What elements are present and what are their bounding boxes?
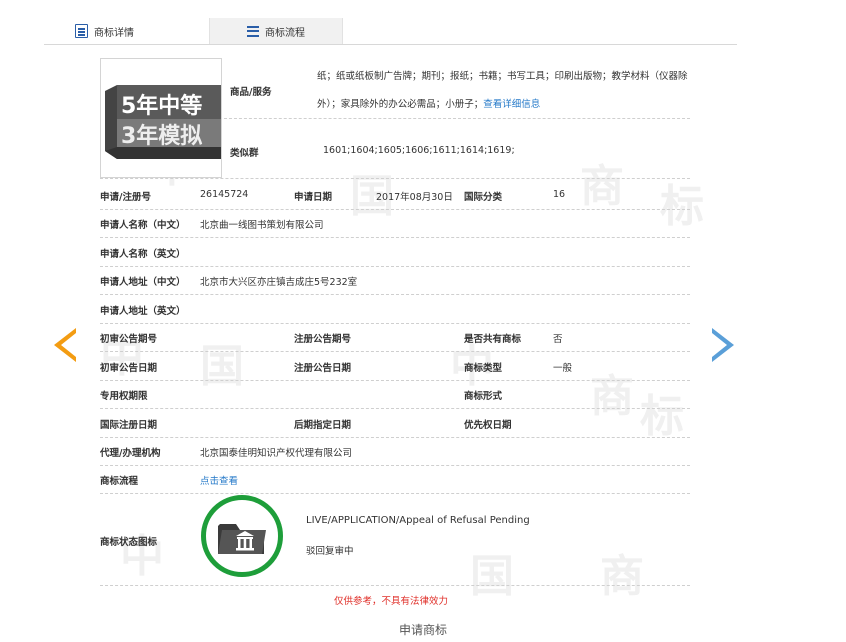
tab-bar: 商标详情 商标流程 [44,16,737,45]
later-designation-label: 后期指定日期 [294,420,352,431]
status-cn: 驳回复审中 [306,546,354,557]
tab-label: 商标流程 [265,27,305,39]
prelim-no-label: 初审公告期号 [100,334,158,345]
tab-trademark-flow[interactable]: 商标流程 [209,18,343,44]
divider [100,266,690,267]
address-cn-label: 申请人地址（中文） [100,277,186,288]
address-en-label: 申请人地址（英文） [100,306,186,317]
status-en: LIVE/APPLICATION/Appeal of Refusal Pendi… [306,515,530,526]
disclaimer: 仅供参考，不具有法律效力 [334,596,449,607]
tm-type-value: 一般 [553,363,573,374]
doc-icon [75,24,88,38]
shared-label: 是否共有商标 [464,334,522,345]
folder-court-icon [218,524,266,554]
prelim-date-label: 初审公告日期 [100,363,158,374]
watermark-char: 国 [200,341,244,392]
apply-trademark-label: 申请商标 [398,623,447,637]
reg-notice-no-label: 注册公告期号 [294,334,352,345]
agent-value: 北京国泰佳明知识产权代理有限公司 [200,448,353,459]
logo-text-2: 3年模拟 [121,123,202,149]
goods-services-line2-wrap: 外）；家具除外的办公必需品；小册子；查看详细信息 [317,96,540,110]
watermark-char: 中 [100,331,144,382]
divider [100,323,690,324]
watermark-char: 国 [470,551,514,602]
view-flow-link[interactable]: 点击查看 [200,473,238,487]
intl-class-label: 国际分类 [464,192,503,203]
watermark-char: 商 [590,371,634,422]
similar-groups-value: 1601;1604;1605;1606;1611;1614;1619; [323,145,515,156]
agent-label: 代理/办理机构 [100,448,161,459]
view-details-link[interactable]: 查看详细信息 [483,99,540,110]
similar-groups-label: 类似群 [230,148,259,159]
watermark-char: 标 [660,181,704,232]
previous-arrow-icon[interactable] [54,328,76,362]
tab-trademark-details[interactable]: 商标详情 [72,18,185,44]
intl-reg-date-label: 国际注册日期 [100,420,158,431]
divider [100,237,690,238]
flow-label: 商标流程 [100,476,139,487]
list-icon [247,25,259,37]
divider [224,118,690,119]
trademark-logo-graphic: 5年中等 3年模拟 [105,85,221,159]
tm-type-label: 商标类型 [464,363,503,374]
divider [100,351,690,352]
status-icon-label: 商标状态图标 [100,537,158,548]
applicant-cn-label: 申请人名称（中文） [100,220,186,231]
shared-value: 否 [553,334,563,345]
reg-no-value: 26145724 [200,189,249,200]
next-arrow-icon[interactable] [712,328,734,362]
status-badge [201,495,283,577]
goods-services-label: 商品/服务 [230,87,272,98]
apply-trademark-link[interactable]: 申请商标 [0,621,846,638]
app-date-value: 2017年08月30日 [376,192,453,203]
app-date-label: 申请日期 [294,192,333,203]
goods-services-line2: 外）；家具除外的办公必需品；小册子； [317,99,484,110]
divider [100,465,690,466]
tm-form-label: 商标形式 [464,391,503,402]
divider [100,380,690,381]
applicant-cn-value: 北京曲一线图书策划有限公司 [200,220,324,231]
divider [100,437,690,438]
goods-services-line1: 纸；纸或纸板制广告牌；期刊；报纸；书籍；书写工具；印刷出版物；教学材料（仪器除 [317,71,688,82]
divider [100,493,690,494]
logo-text-1: 5年中等 [121,93,202,119]
watermark-char: 商 [600,551,644,602]
exclusive-period-label: 专用权期限 [100,391,148,402]
applicant-en-label: 申请人名称（英文） [100,249,186,260]
divider [100,209,690,210]
trademark-image: 5年中等 3年模拟 [100,58,222,178]
watermark-char: 商 [580,161,624,212]
divider [100,294,690,295]
divider [100,178,690,179]
divider [100,585,690,586]
tab-label: 商标详情 [94,27,134,39]
watermark-char: 中 [120,531,164,582]
reg-notice-date-label: 注册公告日期 [294,363,352,374]
reg-no-label: 申请/注册号 [100,192,151,203]
divider [100,408,690,409]
address-cn-value: 北京市大兴区亦庄镇吉成庄5号232室 [200,277,358,288]
intl-class-value: 16 [553,189,566,200]
priority-date-label: 优先权日期 [464,420,512,431]
watermark-char: 标 [640,391,684,442]
